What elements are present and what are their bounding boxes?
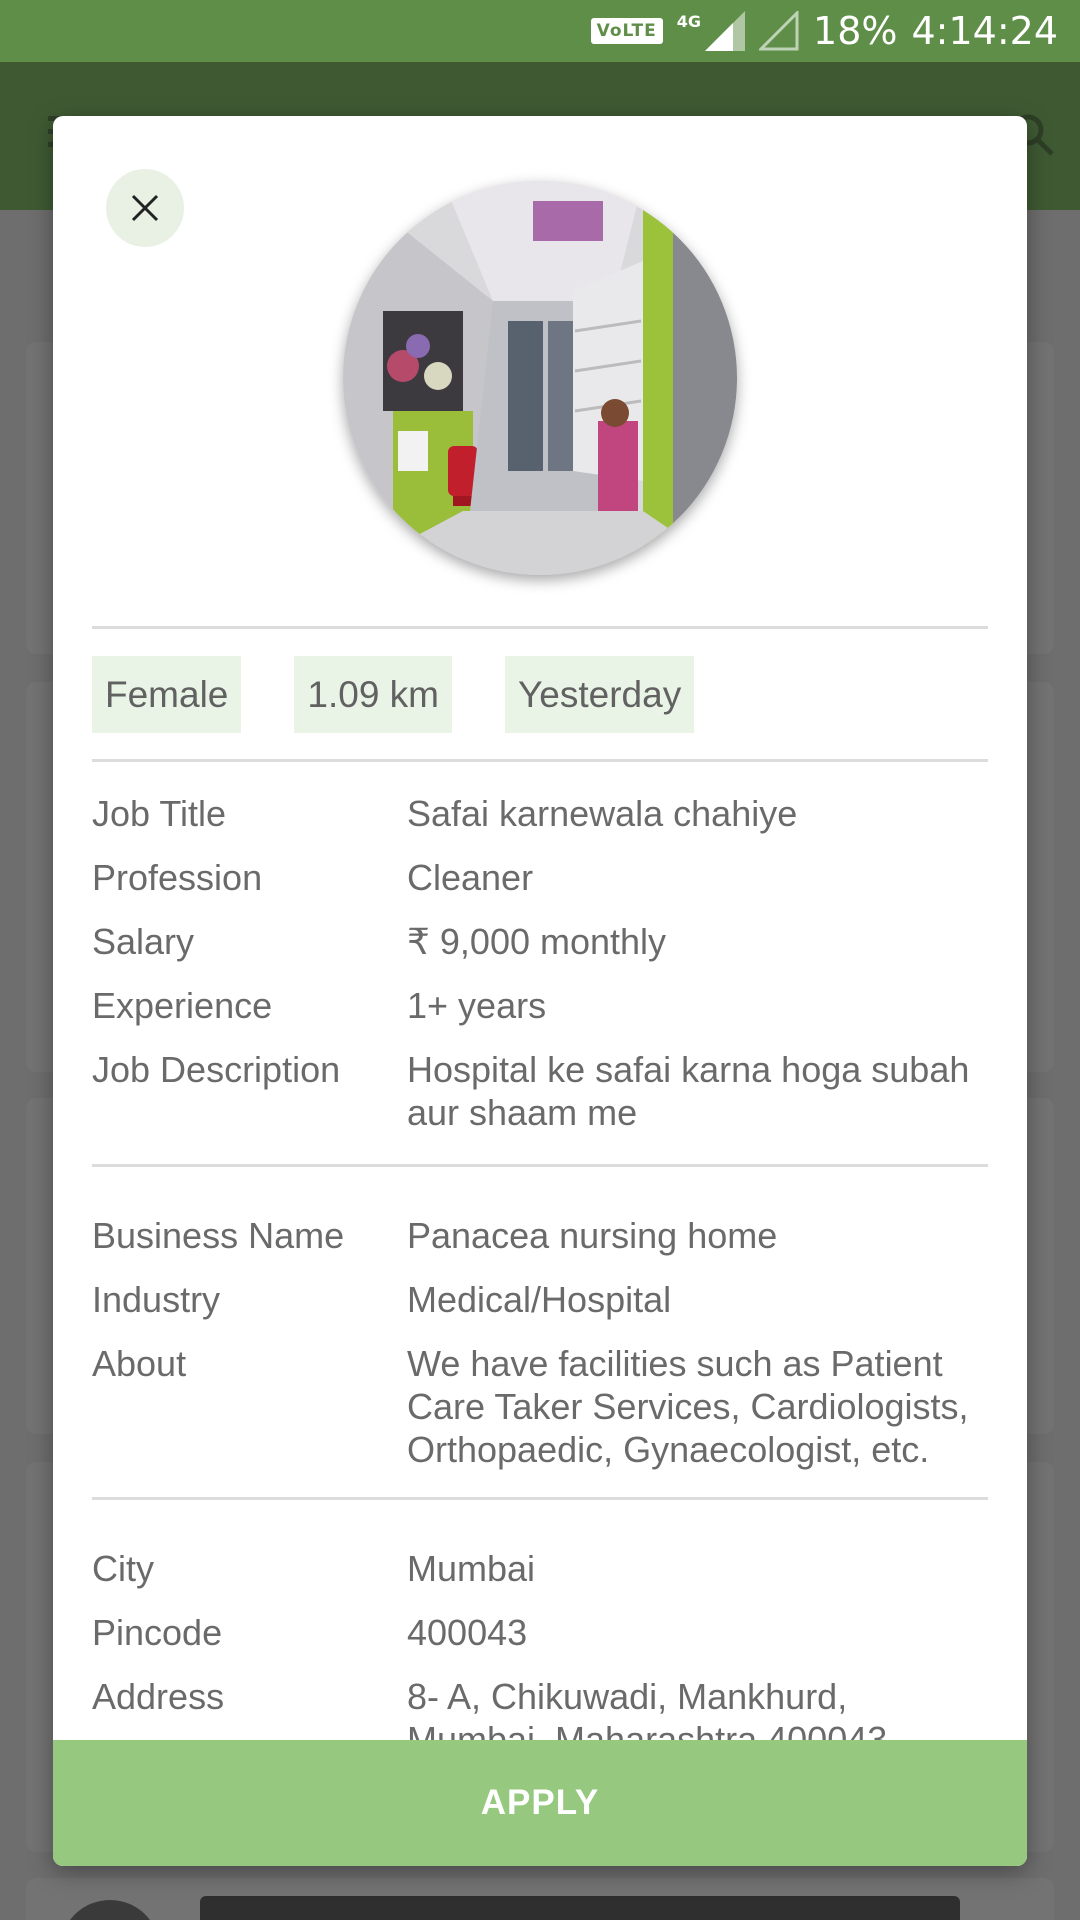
divider <box>92 759 988 762</box>
volte-indicator: VoLTE <box>590 18 663 44</box>
job-title-row: Job Title Safai karnewala chahiye <box>92 792 992 835</box>
job-description-value: Hospital ke safai karna hoga subah aur s… <box>407 1049 970 1133</box>
clock: 4:14:24 <box>911 9 1059 53</box>
job-description-label: Job Description <box>92 1049 341 1090</box>
city-value: Mumbai <box>407 1548 536 1589</box>
job-title-value: Safai karnewala chahiye <box>407 793 798 834</box>
experience-row: Experience 1+ years <box>92 984 992 1027</box>
business-name-value: Panacea nursing home <box>407 1215 778 1256</box>
close-icon <box>131 194 159 222</box>
about-value: We have facilities such as Patient Care … <box>407 1343 969 1470</box>
pincode-row: Pincode 400043 <box>92 1611 992 1654</box>
experience-value: 1+ years <box>407 985 547 1026</box>
salary-label: Salary <box>92 921 195 962</box>
profession-value: Cleaner <box>407 857 534 898</box>
job-details: Job Title Safai karnewala chahiye Profes… <box>92 792 992 1155</box>
profession-label: Profession <box>92 857 263 898</box>
business-photo <box>343 181 737 575</box>
industry-value: Medical/Hospital <box>407 1279 672 1320</box>
about-label: About <box>92 1343 187 1384</box>
business-name-label: Business Name <box>92 1215 345 1256</box>
status-bar: VoLTE 4G 18% 4:14:24 <box>0 0 1080 62</box>
job-title-label: Job Title <box>92 793 227 834</box>
status-icons: VoLTE 4G 18% 4:14:24 <box>590 0 1059 62</box>
salary-value: ₹ 9,000 monthly <box>407 921 667 962</box>
gender-chip: Female <box>92 656 242 733</box>
job-description-row: Job Description Hospital ke safai karna … <box>92 1048 992 1134</box>
pincode-value: 400043 <box>407 1612 528 1653</box>
signal-sim2-icon <box>759 11 799 51</box>
salary-row: Salary ₹ 9,000 monthly <box>92 920 992 963</box>
pincode-label: Pincode <box>92 1612 223 1653</box>
job-detail-dialog: Female 1.09 km Yesterday Job Title Safai… <box>53 116 1027 1866</box>
close-button[interactable] <box>106 169 184 247</box>
posted-date-chip: Yesterday <box>505 656 695 733</box>
industry-row: Industry Medical/Hospital <box>92 1278 992 1321</box>
signal-icon <box>705 11 746 51</box>
background-text <box>200 1896 960 1920</box>
about-row: About We have facilities such as Patient… <box>92 1342 992 1471</box>
business-name-row: Business Name Panacea nursing home <box>92 1214 992 1257</box>
battery-percent: 18% <box>813 9 898 53</box>
industry-label: Industry <box>92 1279 221 1320</box>
distance-chip: 1.09 km <box>294 656 453 733</box>
city-row: City Mumbai <box>92 1547 992 1590</box>
job-tags: Female 1.09 km Yesterday <box>92 656 695 733</box>
divider <box>92 626 988 629</box>
divider <box>92 1497 988 1500</box>
divider <box>92 1164 988 1167</box>
business-details: Business Name Panacea nursing home Indus… <box>92 1214 992 1492</box>
experience-label: Experience <box>92 985 273 1026</box>
city-label: City <box>92 1548 154 1589</box>
apply-button[interactable]: APPLY <box>53 1740 1027 1866</box>
profession-row: Profession Cleaner <box>92 856 992 899</box>
network-type: 4G <box>676 12 702 31</box>
